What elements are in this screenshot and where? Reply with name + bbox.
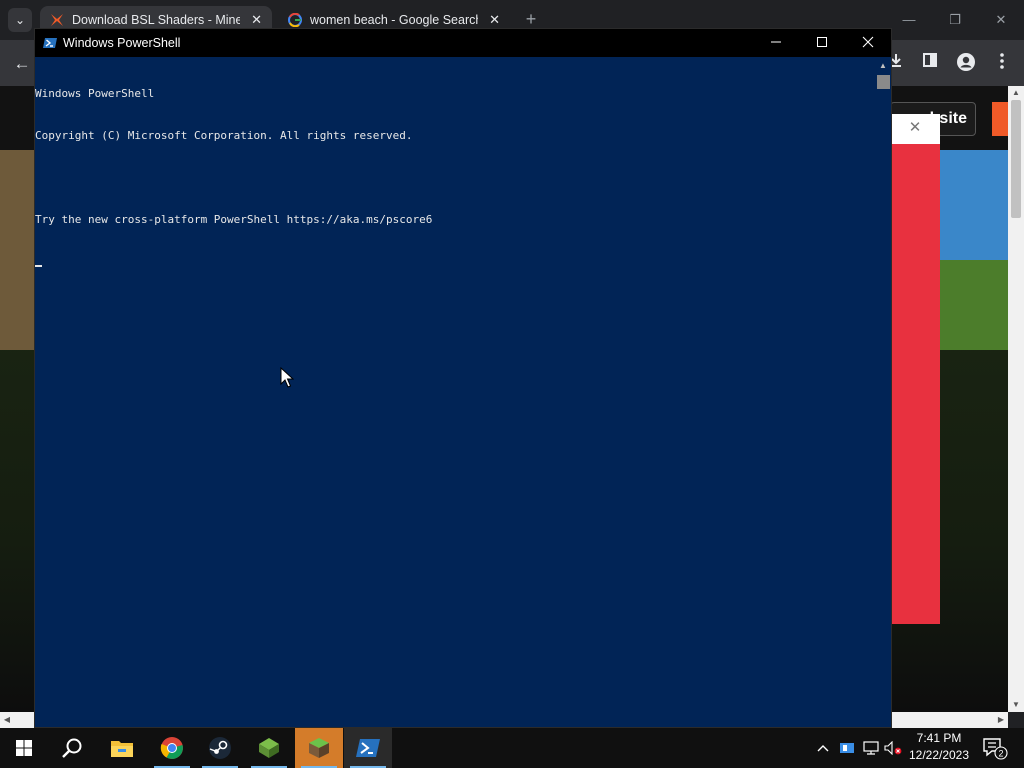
console-line: Try the new cross-platform PowerShell ht… xyxy=(35,213,433,226)
new-tab-button[interactable]: + xyxy=(520,8,542,30)
taskbar-minecraft-launcher[interactable] xyxy=(245,728,293,768)
side-panel-icon[interactable] xyxy=(918,52,942,76)
mouse-pointer-icon xyxy=(280,367,294,388)
download-orange-button[interactable] xyxy=(992,102,1008,136)
tray-app-icon xyxy=(840,743,854,753)
page-vertical-scrollbar[interactable]: ▲ ▼ xyxy=(1008,86,1024,712)
maximize-button[interactable] xyxy=(799,29,845,57)
taskbar-clock[interactable]: 7:41 PM 12/22/2023 xyxy=(906,730,972,766)
hero-village xyxy=(0,150,34,350)
popup-ad-banner[interactable] xyxy=(890,144,940,624)
browser-menu-icon[interactable] xyxy=(990,52,1014,76)
minimize-button[interactable] xyxy=(753,29,799,57)
windows-logo-icon xyxy=(16,740,32,756)
taskbar-minecraft[interactable] xyxy=(295,728,343,768)
tray-app-button[interactable] xyxy=(836,728,858,768)
browser-close-button[interactable]: ✕ xyxy=(986,8,1016,32)
volume-muted-icon xyxy=(884,741,902,755)
search-icon xyxy=(62,738,82,758)
notification-icon: 2 xyxy=(983,738,1008,760)
text-cursor xyxy=(35,265,42,267)
powershell-console[interactable]: Windows PowerShell Copyright (C) Microso… xyxy=(35,57,875,727)
taskbar-chrome[interactable] xyxy=(148,728,196,768)
windows-taskbar: 7:41 PM 12/22/2023 2 xyxy=(0,728,1024,768)
ad-popup: ✕ xyxy=(890,114,940,624)
show-hidden-icons-button[interactable] xyxy=(812,728,834,768)
console-scrollbar[interactable]: ▲ xyxy=(875,57,891,727)
profile-avatar-icon[interactable] xyxy=(954,52,978,76)
back-button[interactable]: ← xyxy=(10,52,34,76)
minecraft-icon xyxy=(309,738,329,758)
powershell-icon xyxy=(356,739,380,757)
search-button[interactable] xyxy=(48,728,96,768)
browser-restore-button[interactable]: ❐ xyxy=(940,8,970,32)
action-center-button[interactable]: 2 xyxy=(980,734,1010,762)
network-icon xyxy=(863,741,879,755)
popup-close-button[interactable]: ✕ xyxy=(890,114,940,144)
scroll-left-icon[interactable]: ◀ xyxy=(0,712,14,728)
powershell-window[interactable]: Windows PowerShell Windows PowerShell Co… xyxy=(34,28,892,728)
scroll-down-icon[interactable]: ▼ xyxy=(1008,698,1024,712)
scroll-up-icon[interactable]: ▲ xyxy=(1008,86,1024,100)
console-line: Windows PowerShell xyxy=(35,87,155,100)
bsl-favicon-icon xyxy=(51,14,63,26)
console-prompt-line xyxy=(35,255,875,269)
browser-minimize-button[interactable]: — xyxy=(894,8,924,32)
minecraft-launcher-icon xyxy=(259,738,279,758)
volume-button[interactable] xyxy=(882,728,904,768)
google-g-icon xyxy=(288,13,302,27)
console-line: Copyright (C) Microsoft Corporation. All… xyxy=(35,129,413,142)
taskbar-steam[interactable] xyxy=(196,728,244,768)
clock-time: 7:41 PM xyxy=(916,731,962,745)
powershell-icon xyxy=(43,38,57,48)
scroll-right-icon[interactable]: ▶ xyxy=(994,712,1008,728)
notification-count: 2 xyxy=(998,749,1003,759)
taskbar-file-explorer[interactable] xyxy=(98,728,146,768)
hero-grass xyxy=(938,260,1008,350)
scroll-up-icon[interactable]: ▲ xyxy=(875,59,891,73)
start-button[interactable] xyxy=(0,728,48,768)
network-button[interactable] xyxy=(860,728,882,768)
scrollbar-thumb[interactable] xyxy=(1011,100,1021,218)
powershell-title: Windows PowerShell xyxy=(63,36,181,50)
scrollbar-thumb[interactable] xyxy=(877,75,890,89)
powershell-titlebar[interactable]: Windows PowerShell xyxy=(35,29,891,57)
close-button[interactable] xyxy=(845,29,891,57)
taskbar-powershell[interactable] xyxy=(344,728,392,768)
tab-search-button[interactable]: ⌄ xyxy=(8,8,32,32)
chrome-icon xyxy=(160,737,183,759)
clock-date: 12/22/2023 xyxy=(908,748,970,762)
hero-sky xyxy=(938,150,1008,260)
chevron-up-icon xyxy=(817,745,829,752)
file-explorer-icon xyxy=(111,741,133,757)
steam-icon xyxy=(209,737,231,759)
